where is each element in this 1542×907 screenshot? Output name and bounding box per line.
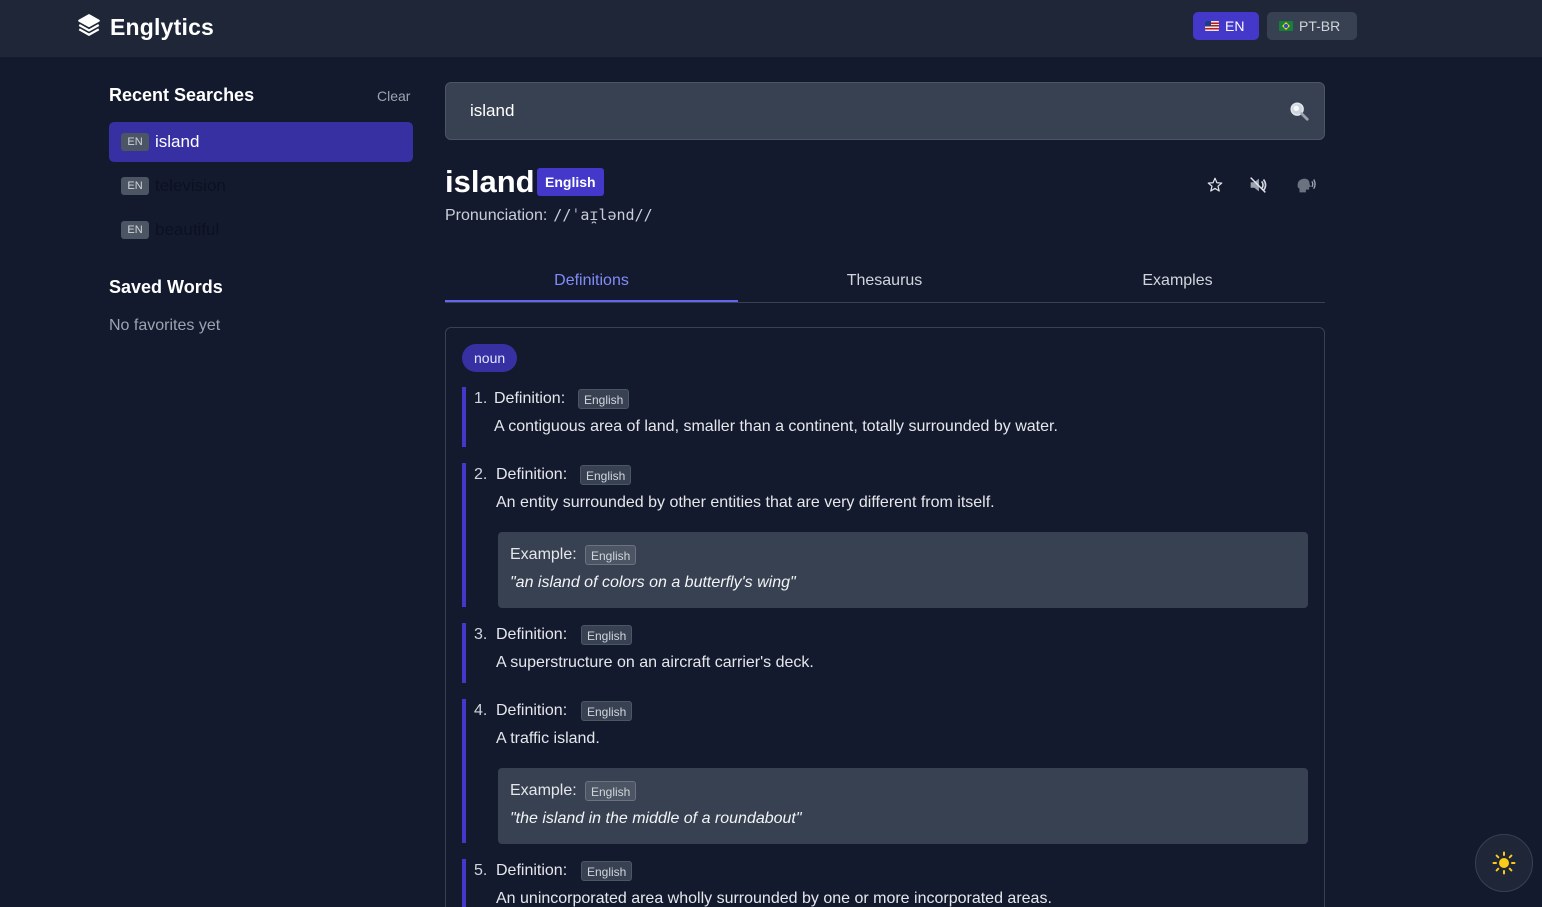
- definition-accent-bar: [462, 623, 466, 683]
- definition-text: A superstructure on an aircraft carrier'…: [496, 654, 814, 671]
- definition-language-tag: English: [578, 389, 630, 409]
- part-of-speech-badge: noun: [462, 344, 518, 372]
- brazil-flag-icon: [1279, 21, 1293, 31]
- language-tag: EN: [121, 133, 149, 151]
- definition-number: 4.: [474, 702, 488, 719]
- definition-text: A traffic island.: [496, 730, 600, 747]
- definition-language-tag: English: [581, 625, 633, 645]
- play-audio-button[interactable]: [1245, 172, 1271, 198]
- definition-language-tag: English: [581, 701, 633, 721]
- top-bar: Englytics EN PT-BR: [0, 0, 1542, 58]
- language-ptbr-button[interactable]: PT-BR: [1267, 12, 1357, 40]
- definition-language-tag: English: [581, 861, 633, 881]
- language-en-button[interactable]: EN: [1193, 12, 1259, 40]
- recent-item-television[interactable]: EN television: [109, 166, 413, 206]
- pronunciation-label: Pronunciation:: [445, 207, 548, 224]
- talking-head-icon: [1297, 178, 1316, 193]
- language-ptbr-label: PT-BR: [1299, 18, 1341, 34]
- definition-text: A contiguous area of land, smaller than …: [494, 418, 1058, 435]
- word-language-badge: English: [537, 168, 604, 196]
- definition-accent-bar: [462, 463, 466, 607]
- speaker-icon: [1250, 177, 1267, 193]
- sun-icon: [1492, 851, 1516, 875]
- example-label: Example:: [510, 782, 577, 799]
- tab-thesaurus[interactable]: Thesaurus: [738, 262, 1031, 302]
- tab-bar: Definitions Thesaurus Examples: [445, 262, 1325, 303]
- example-label: Example:: [510, 546, 577, 563]
- definition-label: Definition:: [496, 702, 568, 719]
- definition-number: 5.: [474, 862, 488, 879]
- recent-word: island: [155, 132, 200, 151]
- us-flag-icon: [1205, 21, 1219, 31]
- example-box: Example: English "the island in the midd…: [498, 768, 1308, 844]
- saved-words-empty: No favorites yet: [109, 317, 221, 334]
- language-en-label: EN: [1225, 18, 1245, 34]
- pronunciation-value: //ˈaɪ̯lənd//: [553, 206, 653, 224]
- pronunciation: Pronunciation: //ˈaɪ̯lənd//: [445, 206, 653, 225]
- tab-examples[interactable]: Examples: [1031, 262, 1324, 302]
- search-box: [445, 82, 1325, 140]
- definition-label: Definition:: [496, 862, 568, 879]
- recent-word: television: [155, 176, 226, 195]
- star-icon: [1207, 177, 1223, 192]
- favorite-button[interactable]: [1202, 172, 1228, 198]
- definition-label: Definition:: [496, 626, 568, 643]
- magnifier-icon[interactable]: [1288, 100, 1310, 122]
- brand[interactable]: Englytics: [76, 12, 214, 42]
- clear-recent-button[interactable]: Clear: [377, 88, 410, 104]
- definition-number: 2.: [474, 466, 488, 483]
- example-text: "the island in the middle of a roundabou…: [510, 810, 802, 827]
- definition-text: An entity surrounded by other entities t…: [496, 494, 995, 511]
- example-language-tag: English: [585, 781, 637, 801]
- recent-item-island[interactable]: EN island: [109, 122, 413, 162]
- definition-accent-bar: [462, 699, 466, 843]
- example-box: Example: English "an island of colors on…: [498, 532, 1308, 608]
- language-tag: EN: [121, 221, 149, 239]
- saved-words-title: Saved Words: [109, 277, 223, 297]
- definition-number: 3.: [474, 626, 488, 643]
- example-text: "an island of colors on a butterfly's wi…: [510, 574, 796, 591]
- definition-text: An unincorporated area wholly surrounded…: [496, 890, 1052, 907]
- definition-label: Definition:: [494, 390, 566, 407]
- app-name: Englytics: [110, 13, 215, 40]
- language-tag: EN: [121, 177, 149, 195]
- definition-accent-bar: [462, 859, 466, 907]
- definition-accent-bar: [462, 387, 466, 447]
- speak-button[interactable]: [1292, 172, 1318, 198]
- example-language-tag: English: [585, 545, 637, 565]
- word-title: island: [445, 164, 535, 199]
- recent-searches-title: Recent Searches: [109, 85, 255, 105]
- theme-toggle-button[interactable]: [1475, 834, 1533, 892]
- recent-word: beautiful: [155, 220, 220, 239]
- definition-language-tag: English: [580, 465, 632, 485]
- layers-icon: [76, 12, 102, 43]
- tab-definitions[interactable]: Definitions: [445, 262, 738, 302]
- recent-item-beautiful[interactable]: EN beautiful: [109, 210, 413, 250]
- definition-label: Definition:: [496, 466, 568, 483]
- search-input[interactable]: [470, 83, 1270, 139]
- definition-number: 1.: [474, 390, 488, 407]
